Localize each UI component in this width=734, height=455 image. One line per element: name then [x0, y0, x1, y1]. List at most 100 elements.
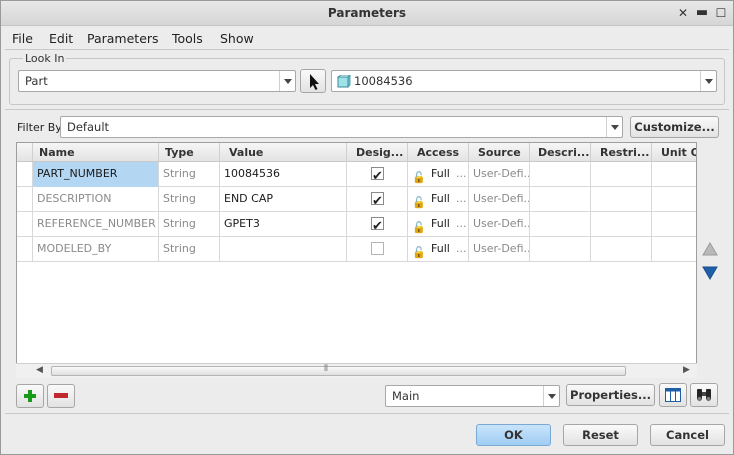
access-more[interactable]: ...	[456, 212, 467, 236]
access-value: Full	[431, 192, 450, 205]
table-row[interactable]: DESCRIPTION String END CAP 🔓 Full ... Us…	[17, 187, 696, 212]
horizontal-scrollbar[interactable]: ◀ ⦀ ▶	[16, 363, 697, 378]
binoculars-icon	[697, 389, 711, 402]
param-unit-cell[interactable]	[652, 162, 696, 187]
column-header-unit-quantity[interactable]: Unit Q...	[652, 143, 696, 162]
filter-by-value: Default	[67, 120, 110, 134]
param-access-cell[interactable]: 🔓 Full ...	[408, 187, 469, 212]
scrollbar-thumb[interactable]: ⦀	[51, 364, 626, 376]
param-name-cell[interactable]: REFERENCE_NUMBER	[33, 212, 159, 237]
param-unit-cell[interactable]	[652, 187, 696, 212]
column-header-name[interactable]: Name	[33, 143, 159, 162]
column-header-description[interactable]: Descri...	[530, 143, 591, 162]
param-value-cell[interactable]: END CAP	[220, 187, 347, 212]
scroll-left-icon[interactable]: ◀	[36, 365, 43, 375]
look-in-item-select[interactable]: 10084536	[331, 70, 717, 92]
menu-edit[interactable]: Edit	[49, 31, 73, 46]
param-value-cell[interactable]	[220, 237, 347, 262]
remove-parameter-button[interactable]	[47, 384, 75, 408]
lock-icon: 🔓	[412, 171, 426, 184]
menu-file[interactable]: File	[12, 31, 33, 46]
table-columns-icon	[665, 388, 681, 402]
param-description-cell[interactable]	[530, 162, 591, 187]
close-icon[interactable]: ✕	[675, 5, 691, 21]
reset-button[interactable]: Reset	[563, 424, 638, 446]
param-source-cell[interactable]: User-Defi...	[469, 237, 530, 262]
param-type-cell[interactable]: String	[159, 237, 220, 262]
designate-checkbox[interactable]	[371, 190, 384, 212]
grip-icon: ⦀	[324, 364, 328, 374]
move-down-button[interactable]	[702, 266, 718, 280]
column-header-source[interactable]: Source	[469, 143, 530, 162]
view-value: Main	[392, 389, 420, 403]
cancel-button[interactable]: Cancel	[650, 424, 725, 446]
footer-separator	[5, 413, 729, 414]
param-access-cell[interactable]: 🔓 Full ...	[408, 237, 469, 262]
param-name-cell[interactable]: DESCRIPTION	[33, 187, 159, 212]
menu-parameters[interactable]: Parameters	[87, 31, 159, 46]
param-name-cell[interactable]: MODELED_BY	[33, 237, 159, 262]
title-bar: Parameters ✕ ▬ ☐	[1, 1, 733, 26]
param-value-cell[interactable]: 10084536	[220, 162, 347, 187]
param-value-cell[interactable]: GPET3	[220, 212, 347, 237]
designate-checkbox[interactable]	[371, 242, 384, 255]
menu-show[interactable]: Show	[220, 31, 254, 46]
column-header-designate[interactable]: Desig...	[347, 143, 408, 162]
plus-icon	[24, 390, 36, 402]
access-value: Full	[431, 217, 450, 230]
access-more[interactable]: ...	[456, 187, 467, 211]
view-select[interactable]: Main	[385, 385, 560, 407]
param-unit-cell[interactable]	[652, 237, 696, 262]
param-access-cell[interactable]: 🔓 Full ...	[408, 212, 469, 237]
param-name-cell[interactable]: PART_NUMBER	[33, 162, 159, 187]
access-more[interactable]: ...	[456, 237, 467, 261]
designate-checkbox[interactable]	[371, 165, 384, 187]
param-type-cell[interactable]: String	[159, 187, 220, 212]
param-restricted-cell[interactable]	[591, 237, 652, 262]
customize-button[interactable]: Customize...	[630, 116, 719, 138]
param-description-cell[interactable]	[530, 212, 591, 237]
column-header-access[interactable]: Access	[408, 143, 469, 162]
move-up-button[interactable]	[702, 242, 718, 256]
menu-tools[interactable]: Tools	[172, 31, 203, 46]
param-type-cell[interactable]: String	[159, 162, 220, 187]
param-description-cell[interactable]	[530, 237, 591, 262]
select-item-button[interactable]	[300, 69, 326, 93]
column-header-restricted[interactable]: Restri...	[591, 143, 652, 162]
column-header-type[interactable]: Type	[159, 143, 220, 162]
param-type-cell[interactable]: String	[159, 212, 220, 237]
column-header-value[interactable]: Value	[220, 143, 347, 162]
add-parameter-button[interactable]	[16, 384, 44, 408]
parameters-table: Name Type Value Desig... Access Source D…	[16, 142, 697, 378]
columns-button[interactable]	[659, 383, 687, 407]
table-row[interactable]: PART_NUMBER String 10084536 🔓 Full ... U…	[17, 162, 696, 187]
table-row[interactable]: MODELED_BY String 🔓 Full ... User-Defi..…	[17, 237, 696, 262]
param-restricted-cell[interactable]	[591, 187, 652, 212]
param-description-cell[interactable]	[530, 187, 591, 212]
param-source-cell[interactable]: User-Defi...	[469, 162, 530, 187]
table-row[interactable]: REFERENCE_NUMBER String GPET3 🔓 Full ...…	[17, 212, 696, 237]
param-restricted-cell[interactable]	[591, 162, 652, 187]
param-designate-cell	[347, 237, 408, 262]
param-designate-cell	[347, 187, 408, 212]
minimize-icon[interactable]: ▬	[694, 5, 710, 21]
look-in-type-select[interactable]: Part	[18, 70, 296, 92]
filter-by-label: Filter By	[17, 121, 62, 134]
param-access-cell[interactable]: 🔓 Full ...	[408, 162, 469, 187]
properties-button[interactable]: Properties...	[566, 384, 655, 406]
param-designate-cell	[347, 162, 408, 187]
designate-checkbox[interactable]	[371, 215, 384, 237]
arrow-down-icon	[702, 266, 718, 280]
access-more[interactable]: ...	[456, 162, 467, 186]
ok-button[interactable]: OK	[476, 424, 551, 446]
param-restricted-cell[interactable]	[591, 212, 652, 237]
scroll-right-icon[interactable]: ▶	[683, 365, 690, 375]
cursor-icon	[310, 74, 319, 90]
find-button[interactable]	[690, 383, 718, 407]
param-unit-cell[interactable]	[652, 212, 696, 237]
param-source-cell[interactable]: User-Defi...	[469, 212, 530, 237]
param-source-cell[interactable]: User-Defi...	[469, 187, 530, 212]
maximize-icon[interactable]: ☐	[713, 5, 729, 21]
filter-by-select[interactable]: Default	[60, 116, 623, 138]
part-cube-icon	[337, 75, 351, 88]
